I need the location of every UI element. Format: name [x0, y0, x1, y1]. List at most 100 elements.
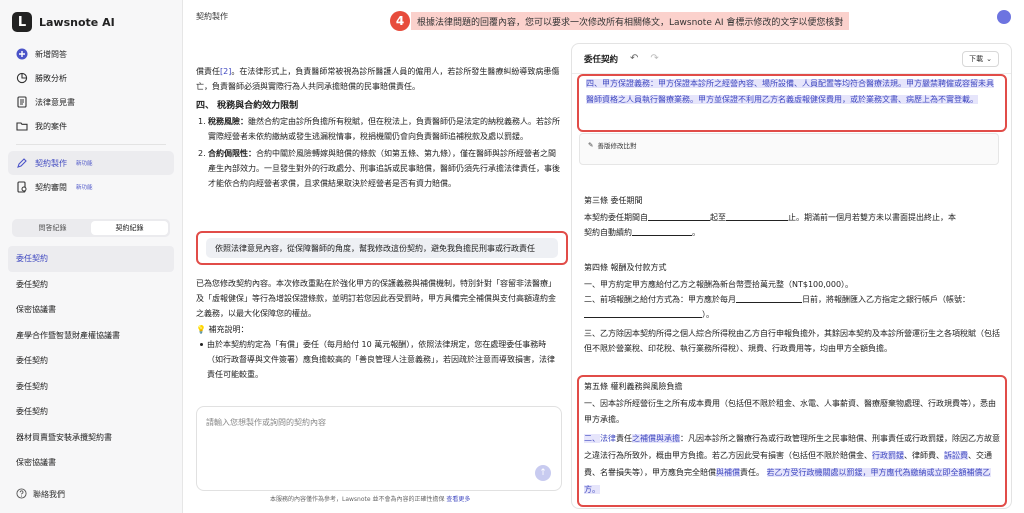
list-item[interactable]: 保密協議書 [8, 450, 174, 476]
article-line: 一、因本診所經營衍生之所有成本費用（包括但不限於租金、水電、人事薪資、醫療廢棄物… [584, 399, 996, 424]
nav-contract-review[interactable]: 契約審閱 新功能 [8, 175, 174, 199]
brand[interactable]: L Lawsnote AI [12, 12, 115, 32]
blank-field[interactable] [648, 212, 710, 221]
undo-icon[interactable]: ↶ [630, 53, 638, 64]
article-line: 契約自動續約。 [584, 227, 700, 237]
document-toolbar: 委任契約 ↶ ↷ 下載 ⌄ [572, 44, 1011, 74]
list-number: 1. [198, 117, 206, 126]
text: 。在法律形式上，負責醫師常被視為診所醫護人員的僱用人，若診所發生醫療糾紛導致病患… [196, 67, 560, 91]
nav-label: 契約製作 [35, 158, 67, 168]
list-text: 雖然合約定由診所負擔所有稅賦，但在稅法上，負責醫師仍是法定的納稅義務人。若診所實… [208, 117, 560, 141]
redo-icon[interactable]: ↷ [650, 53, 658, 64]
see-more-link[interactable]: 查看更多 [446, 496, 470, 503]
chevron-down-icon: ⌄ [986, 55, 992, 63]
nav-label: 新增問答 [35, 49, 67, 59]
note-heading: 💡 補充說明： [196, 322, 562, 337]
note-label: 補充說明： [208, 325, 249, 334]
nav-legal-opinion[interactable]: 法律意見書 [8, 90, 174, 114]
blank-field[interactable] [726, 212, 788, 221]
tab-qa-history[interactable]: 問答紀錄 [14, 221, 91, 235]
assistant-reply: 已為您修改契約內容。本次修改重點在於強化甲方的保護義務與補償機制，特別針對「容留… [196, 276, 562, 382]
citation-link[interactable]: [2] [220, 67, 231, 76]
nav-label: 我的案件 [35, 121, 67, 131]
assistant-paragraph: 已為您修改契約內容。本次修改重點在於強化甲方的保護義務與補償機制，特別針對「容留… [196, 279, 556, 318]
bullet-icon [200, 343, 203, 346]
changed-text: 四、甲方保證義務：甲方保證本診所之經營內容、場所設備、人員配置等均符合醫療法規。… [586, 79, 994, 104]
list-item[interactable]: 委任契約 [8, 399, 174, 425]
nav-contract-drafting[interactable]: 契約製作 新功能 [8, 151, 174, 175]
nav-win-loss[interactable]: 勝敗分析 [8, 66, 174, 90]
blank-field[interactable] [736, 294, 802, 303]
help-icon [16, 488, 27, 501]
list-item: 1. 稅務風險：雖然合約定由診所負擔所有稅賦，但在稅法上，負責醫師仍是法定的納稅… [196, 114, 562, 144]
article-title: 第四條 報酬及付款方式 [584, 263, 667, 272]
app-name: Lawsnote AI [39, 15, 115, 29]
list-item[interactable]: 產學合作暨智慧財產權協議書 [8, 323, 174, 349]
changed-text: 訴訟費 [944, 451, 968, 460]
blank-field[interactable] [584, 309, 702, 318]
clause-text: 四、甲方保證義務：甲方保證本診所之經營內容、場所設備、人員配置等均符合醫療法規。… [586, 76, 1000, 108]
list-item[interactable]: 委任契約 [8, 374, 174, 400]
contact-us-link[interactable]: 聯絡我們 [16, 488, 65, 501]
revision-compare-card[interactable]: ✎ 善版修改比對 [579, 133, 999, 165]
nav-label: 勝敗分析 [35, 73, 67, 83]
nav-new-qa[interactable]: 新增問答 [8, 42, 174, 66]
article-line: ）。 [584, 307, 1002, 322]
list-number: 2. [198, 149, 206, 158]
arrow-up-icon: ↑ [539, 468, 547, 478]
history-tabs: 問答紀錄 契約紀錄 [12, 219, 170, 237]
tab-contract-history[interactable]: 契約紀錄 [91, 221, 168, 235]
list-item[interactable]: 器材買賣暨安裝承攬契約書 [8, 425, 174, 451]
chat-input[interactable]: 請輸入您想製作或詢問的契約內容 ↑ [196, 406, 562, 491]
avatar[interactable] [997, 10, 1011, 24]
send-button[interactable]: ↑ [535, 465, 551, 481]
text: 法律 [600, 434, 616, 443]
article-line: 二、法律責任之補償與承擔：凡因本診所之醫療行為或行政管理所生之民事賠償、刑事責任… [584, 430, 1002, 498]
list-title: 稅務風險： [208, 117, 248, 126]
changed-text: 行政罰鍰 [872, 451, 904, 460]
text: 止。期滿前一個月若雙方未以書面提出終止，本 [788, 213, 956, 222]
new-feature-badge: 新功能 [76, 161, 93, 167]
input-placeholder: 請輸入您想製作或詢問的契約內容 [206, 418, 326, 427]
changed-text: 二、 [584, 434, 600, 443]
document-icon [16, 96, 28, 108]
list-item[interactable]: 委任契約 [8, 272, 174, 298]
pie-chart-icon [16, 72, 28, 84]
list-item: 2. 合約侷限性：合約中關於風險轉嫁與賠償的條款（如第五條、第九條），僅在醫師與… [196, 146, 562, 191]
text: 二、前項報酬之給付方式為：甲方應於每月 [584, 295, 736, 304]
list-item[interactable]: 委任契約 [8, 348, 174, 374]
text: 責任 [616, 434, 632, 443]
download-button[interactable]: 下載 ⌄ [962, 51, 999, 67]
main-nav: 新增問答 勝敗分析 法律意見書 我的案件 契約製作 新功能 契約審閱 新功能 [8, 42, 174, 199]
plus-circle-icon [16, 48, 28, 60]
revision-text: 善版修改比對 [597, 142, 637, 150]
list-item[interactable]: 保密協議書 [8, 297, 174, 323]
disclaimer: 本服務的內容僅作為參考，Lawsnote 並不會為內容的正確性擔保 查看更多 [270, 494, 470, 503]
text: 日前，將報酬匯入乙方指定之銀行帳戶（帳號： [802, 295, 970, 304]
article-title: 第三條 委任期間 [584, 196, 643, 205]
list-title: 合約侷限性： [208, 149, 256, 158]
article-title: 第五條 權利義務與風險負擔 [584, 382, 683, 391]
sidebar: L Lawsnote AI 新增問答 勝敗分析 法律意見書 我的案件 契約製作 … [0, 0, 183, 513]
list-item[interactable]: 委任契約 [8, 246, 174, 272]
nav-label: 契約審閱 [35, 182, 67, 192]
disclaimer-text: 本服務的內容僅作為參考，Lawsnote 並不會為內容的正確性擔保 [270, 496, 445, 503]
tutorial-banner: 根據法律問題的回覆內容，您可以要求一次修改所有相關條文，Lawsnote AI … [411, 12, 850, 30]
divider [16, 144, 166, 145]
revision-label: ✎ 善版修改比對 [588, 140, 636, 150]
text: 、律師費、 [904, 451, 944, 460]
blank-field[interactable] [632, 227, 692, 236]
user-message: 依照法律意見內容，從保障醫師的角度，幫我修改這份契約，避免我負擔民刑事或行政責任 [206, 238, 558, 258]
changed-text: 之補償與承擔 [632, 434, 680, 443]
nav-label: 法律意見書 [35, 97, 75, 107]
text: 償責任 [196, 67, 220, 76]
section-heading: 四、 稅務與合約效力限制 [196, 101, 299, 111]
pencil-icon: ✎ [588, 141, 594, 149]
note-text: 由於本契約約定為「有償」委任（每月給付 10 萬元報酬），依照法律規定，您在處理… [207, 340, 555, 379]
page-title: 契約製作 [196, 12, 228, 21]
lawsnote-logo: L [12, 12, 32, 32]
nav-my-cases[interactable]: 我的案件 [8, 114, 174, 138]
download-label: 下載 [969, 55, 984, 63]
step-number-badge: 4 [390, 11, 410, 31]
article-line: 二、前項報酬之給付方式為：甲方應於每月 日前，將報酬匯入乙方指定之銀行帳戶（帳號： [584, 292, 1002, 307]
